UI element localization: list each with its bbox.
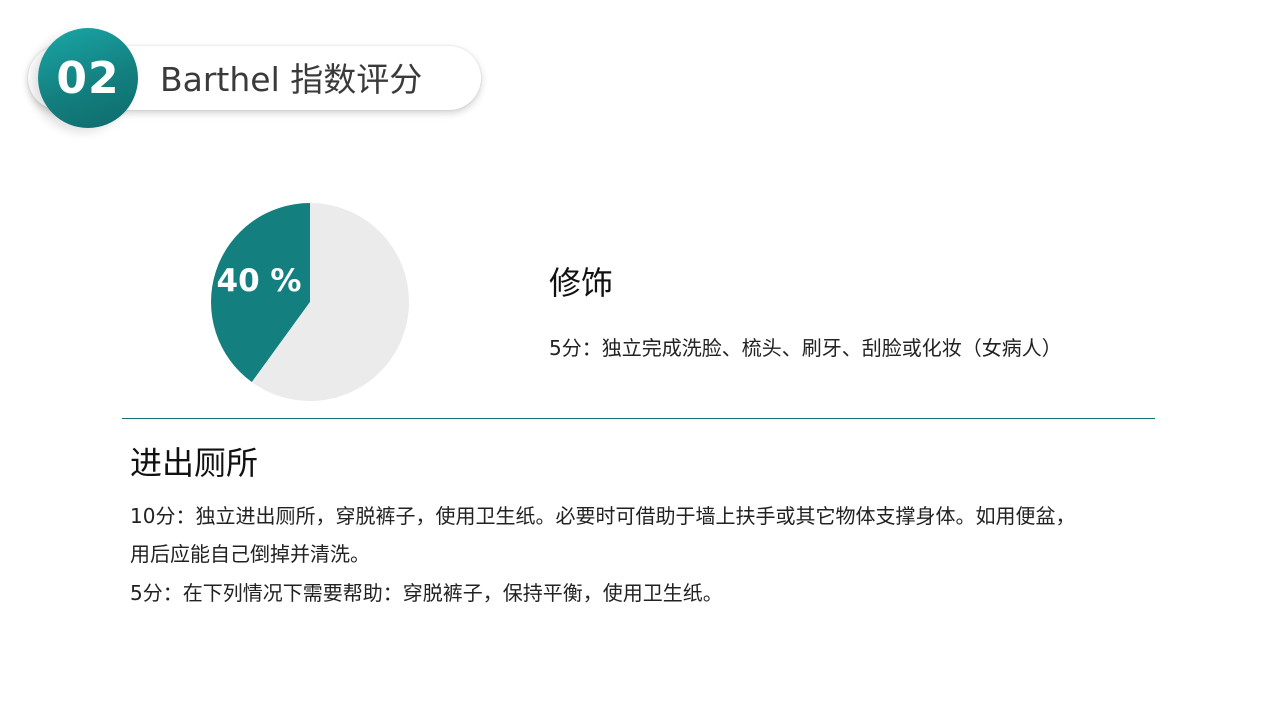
pie-data-label: 40 % bbox=[217, 263, 302, 299]
pie-chart: 40 % bbox=[210, 203, 409, 401]
section-divider bbox=[122, 418, 1155, 419]
toilet-heading: 进出厕所 bbox=[130, 444, 259, 482]
toilet-score-text-line-2: 用后应能自己倒掉并清洗。 bbox=[130, 542, 370, 566]
grooming-score-text: 5分：独立完成洗脸、梳头、刷牙、刮脸或化妆（女病人） bbox=[549, 336, 1062, 360]
section-number: 02 bbox=[56, 52, 120, 104]
toilet-score-text-line-1: 10分：独立进出厕所，穿脱裤子，使用卫生纸。必要时可借助于墙上扶手或其它物体支撑… bbox=[130, 504, 1076, 528]
page-title: Barthel 指数评分 bbox=[160, 60, 423, 99]
grooming-heading: 修饰 bbox=[549, 264, 614, 302]
section-number-badge: 02 bbox=[38, 28, 138, 128]
toilet-score-text-line-3: 5分：在下列情况下需要帮助：穿脱裤子，保持平衡，使用卫生纸。 bbox=[130, 581, 723, 605]
